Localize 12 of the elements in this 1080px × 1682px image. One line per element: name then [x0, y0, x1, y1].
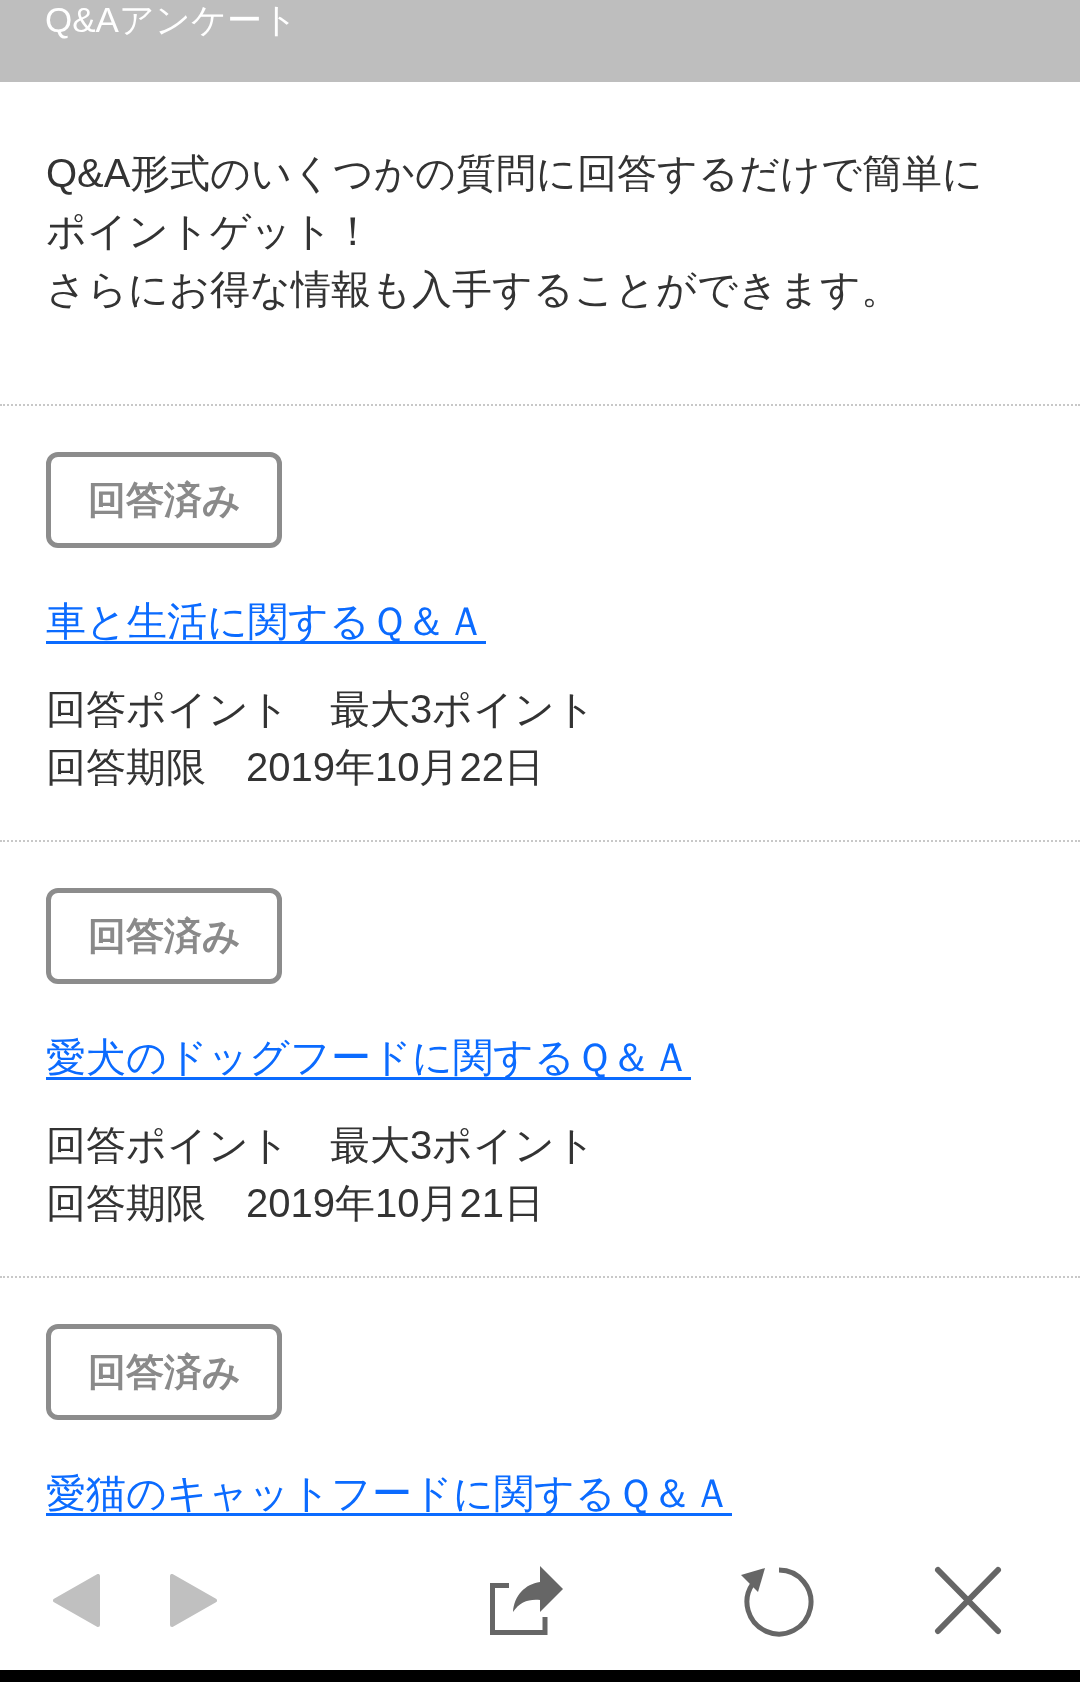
- survey-link[interactable]: 愛猫のキャットフードに関するＱ＆Ａ: [46, 1471, 732, 1515]
- points-text: 回答ポイント 最大3ポイント: [46, 686, 597, 733]
- survey-link[interactable]: 車と生活に関するＱ＆Ａ: [46, 599, 486, 643]
- intro-paragraph: Q&A形式のいくつかの質問に回答するだけで簡単に ポイントゲット！ さらにお得な情報も入手することができます。: [46, 150, 984, 313]
- points-text: 回答ポイント 最大3ポイント: [46, 1122, 597, 1169]
- page-title: Q&Aアンケート: [45, 0, 298, 40]
- survey-link[interactable]: 愛犬のドッグフードに関するＱ＆Ａ: [46, 1035, 691, 1079]
- deadline-text: 回答期限 2019年10月21日: [46, 1180, 544, 1227]
- deadline-text: 回答期限 2019年10月22日: [46, 744, 544, 791]
- status-badge: 回答済み: [46, 452, 282, 548]
- status-badge: 回答済み: [46, 1324, 282, 1420]
- status-badge: 回答済み: [46, 888, 282, 984]
